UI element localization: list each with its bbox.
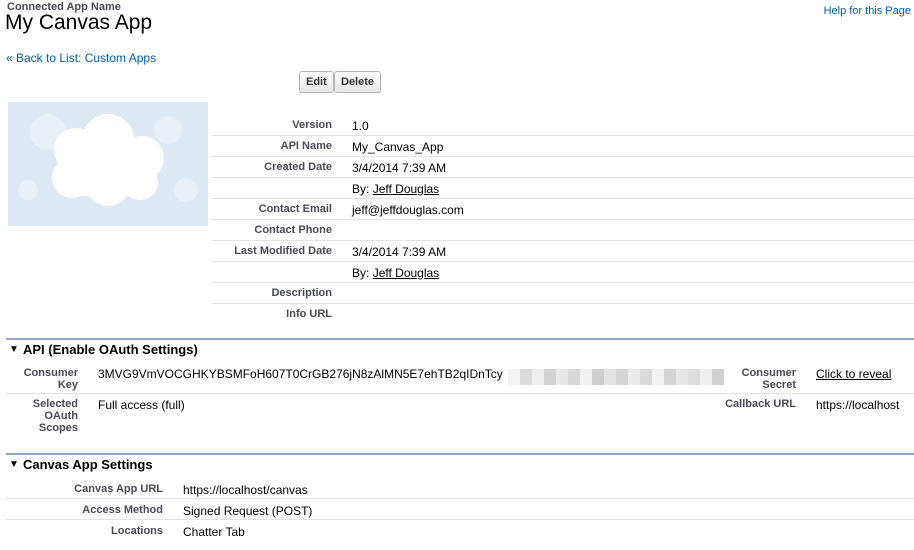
detail-row-version: Version 1.0 — [212, 115, 914, 136]
created-by-value: By: Jeff Douglas — [352, 182, 439, 196]
version-value: 1.0 — [352, 119, 369, 133]
contact-email-value: jeff@jeffdouglas.com — [352, 203, 464, 217]
created-by-prefix: By: — [352, 182, 370, 196]
locations-label: Locations — [111, 525, 163, 537]
detail-row-created-by: By: Jeff Douglas — [212, 178, 914, 199]
api-name-value: My_Canvas_App — [352, 140, 444, 154]
consumer-key-value: 3MVG9VmVOCGHKYBSMFoH607T0CrGB276jN8zAlMN… — [98, 367, 503, 381]
consumer-secret-reveal-link[interactable]: Click to reveal — [816, 367, 891, 381]
info-url-label: Info URL — [286, 308, 332, 320]
canvas-row-app-url: Canvas App URL https://localhost/canvas — [6, 478, 914, 499]
help-link[interactable]: Help for this Page — [824, 5, 911, 17]
consumer-key-label: Consumer Key — [23, 367, 78, 391]
last-modified-date-label: Last Modified Date — [234, 245, 332, 257]
edit-button[interactable]: Edit — [299, 71, 334, 93]
last-modified-by-prefix: By: — [352, 266, 370, 280]
locations-value: Chatter Tab — [183, 525, 245, 539]
app-logo — [8, 102, 208, 226]
delete-button[interactable]: Delete — [334, 71, 382, 93]
oauth-scopes-label: Selected OAuth Scopes — [32, 398, 78, 434]
consumer-secret-label: Consumer Secret — [741, 367, 796, 391]
created-date-value: 3/4/2014 7:39 AM — [352, 161, 447, 175]
detail-row-description: Description — [212, 283, 914, 304]
page-title: My Canvas App — [5, 11, 153, 34]
detail-row-api-name: API Name My_Canvas_App — [212, 136, 914, 157]
canvas-row-locations: Locations Chatter Tab — [6, 520, 914, 541]
detail-row-created-date: Created Date 3/4/2014 7:39 AM — [212, 157, 914, 178]
access-method-label: Access Method — [82, 504, 163, 516]
cloud-icon — [18, 114, 198, 206]
consumer-key-blurred-region — [508, 369, 724, 385]
last-modified-date-value: 3/4/2014 7:39 AM — [352, 245, 447, 259]
canvas-row-access-method: Access Method Signed Request (POST) — [6, 499, 914, 520]
canvas-settings-table: Canvas App URL https://localhost/canvas … — [6, 478, 914, 541]
detail-row-last-modified-date: Last Modified Date 3/4/2014 7:39 AM — [212, 241, 914, 262]
description-label: Description — [271, 287, 332, 299]
api-section-header[interactable]: ▼ API (Enable OAuth Settings) — [6, 338, 914, 358]
last-modified-by-user-link[interactable]: Jeff Douglas — [373, 266, 440, 280]
created-date-label: Created Date — [264, 161, 332, 173]
canvas-section-title: Canvas App Settings — [23, 457, 153, 472]
version-label: Version — [292, 119, 332, 131]
detail-table: Version 1.0 API Name My_Canvas_App Creat… — [212, 115, 914, 325]
detail-row-contact-email: Contact Email jeff@jeffdouglas.com — [212, 199, 914, 220]
canvas-app-url-value: https://localhost/canvas — [183, 483, 308, 497]
access-method-value: Signed Request (POST) — [183, 504, 313, 518]
api-name-label: API Name — [280, 140, 332, 152]
created-by-user-link[interactable]: Jeff Douglas — [373, 182, 440, 196]
detail-row-last-modified-by: By: Jeff Douglas — [212, 262, 914, 283]
api-section-title: API (Enable OAuth Settings) — [23, 342, 198, 357]
canvas-section-header[interactable]: ▼ Canvas App Settings — [6, 453, 914, 473]
canvas-app-url-label: Canvas App URL — [74, 483, 163, 495]
contact-phone-label: Contact Phone — [254, 224, 332, 236]
back-to-list-link[interactable]: « Back to List: Custom Apps — [6, 51, 156, 65]
last-modified-by-value: By: Jeff Douglas — [352, 266, 439, 280]
collapse-triangle-icon[interactable]: ▼ — [9, 459, 19, 470]
collapse-triangle-icon[interactable]: ▼ — [9, 344, 19, 355]
callback-url-value: https://localhost — [816, 398, 900, 412]
detail-row-info-url: Info URL — [212, 304, 914, 325]
callback-url-label: Callback URL — [725, 398, 796, 410]
divider — [6, 393, 914, 394]
detail-row-contact-phone: Contact Phone — [212, 220, 914, 241]
contact-email-label: Contact Email — [258, 203, 332, 215]
oauth-scopes-value: Full access (full) — [98, 398, 185, 412]
